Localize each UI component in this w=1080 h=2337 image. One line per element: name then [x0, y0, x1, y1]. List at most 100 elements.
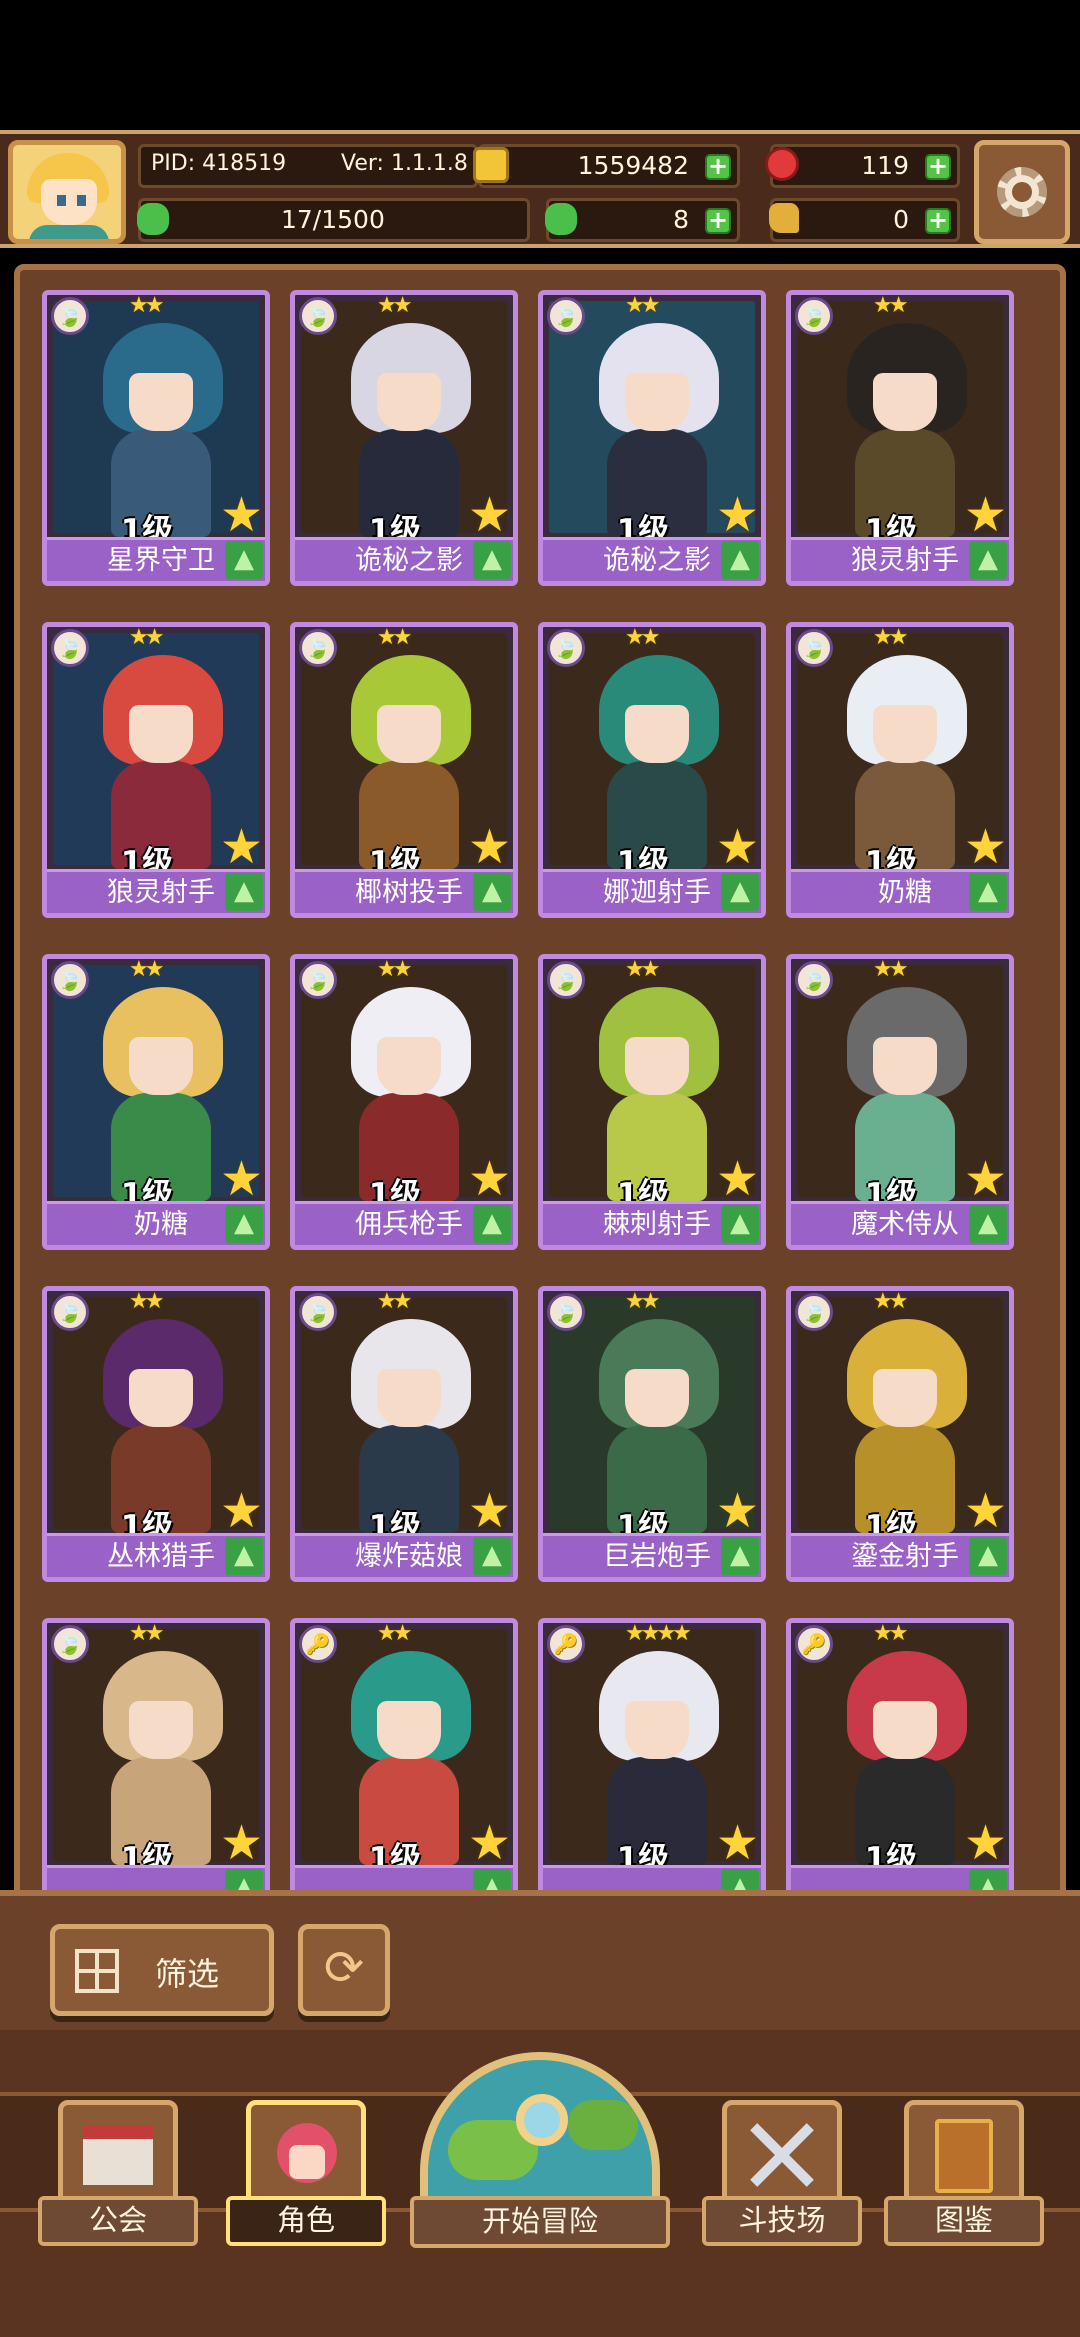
gold-coin-icon — [473, 147, 509, 183]
upgrade-arrow-icon[interactable]: ▲ — [969, 1537, 1007, 1575]
gold-pill: 1559482 + — [473, 144, 740, 188]
hero-face — [625, 1701, 689, 1759]
upgrade-arrow-icon[interactable]: ▲ — [225, 1205, 263, 1243]
guild-hall-icon — [58, 2100, 178, 2210]
hero-card[interactable]: 🍃 ★★ 1级 ★ 星界守卫 ▲ — [42, 290, 270, 586]
add-gems-button[interactable]: + — [925, 154, 951, 180]
nav-adventure[interactable]: 开始冒险 — [410, 2052, 670, 2292]
nav-arena[interactable]: 斗技场 — [702, 2100, 862, 2270]
class-icon: 🍃 — [51, 961, 89, 999]
hero-card[interactable]: 🍃 ★★ 1级 ★ 诡秘之影 ▲ — [538, 290, 766, 586]
upgrade-arrow-icon[interactable]: ▲ — [969, 1205, 1007, 1243]
hero-face — [377, 1037, 441, 1095]
upgrade-arrow-icon[interactable]: ▲ — [721, 1537, 759, 1575]
upgrade-arrow-icon[interactable]: ▲ — [225, 541, 263, 579]
upgrade-arrow-icon[interactable]: ▲ — [225, 873, 263, 911]
nav-heroes[interactable]: 角色 — [226, 2100, 386, 2270]
rarity-stars: ★★ — [625, 293, 661, 318]
add-clover-button[interactable]: + — [705, 208, 731, 234]
bottom-nav: 公会 角色 开始冒险 斗技场 图鉴 — [0, 2030, 1080, 2337]
hero-card[interactable]: 🍃 ★★ 1级 ★ ▲ — [42, 1618, 270, 1898]
class-icon: 🍃 — [299, 297, 337, 335]
settings-button[interactable] — [974, 140, 1070, 244]
hero-card[interactable]: 🍃 ★★ 1级 ★ 娜迦射手 ▲ — [538, 622, 766, 918]
gems-pill: 119 + — [765, 144, 960, 188]
add-gold-button[interactable]: + — [705, 154, 731, 180]
hero-card[interactable]: 🍃 ★★ 1级 ★ 奶糖 ▲ — [42, 954, 270, 1250]
rarity-stars: ★★ — [129, 293, 165, 318]
boots-pill: 0 + — [769, 198, 960, 242]
world-globe-icon — [420, 2052, 660, 2212]
hero-card[interactable]: 🔑 ★★ 1级 ★ ▲ — [786, 1618, 1014, 1898]
rarity-stars: ★★★★ — [625, 1621, 692, 1646]
class-icon: 🍃 — [51, 297, 89, 335]
hero-card[interactable]: 🍃 ★★ 1级 ★ 棘刺射手 ▲ — [538, 954, 766, 1250]
rarity-stars: ★★ — [873, 957, 909, 982]
version-text: Ver: 1.1.1.8 — [341, 151, 468, 176]
star-icon: ★ — [467, 487, 511, 543]
clover-pill: 8 + — [545, 198, 740, 242]
nav-guild[interactable]: 公会 — [38, 2100, 198, 2270]
add-boots-button[interactable]: + — [925, 208, 951, 234]
refresh-button[interactable]: ⟳ — [298, 1924, 390, 2016]
rarity-stars: ★★ — [129, 957, 165, 982]
hero-card[interactable]: 🍃 ★★ 1级 ★ 椰树投手 ▲ — [290, 622, 518, 918]
hero-face — [873, 1701, 937, 1759]
upgrade-arrow-icon[interactable]: ▲ — [225, 1537, 263, 1575]
hero-face — [873, 1037, 937, 1095]
upgrade-arrow-icon[interactable]: ▲ — [473, 1537, 511, 1575]
hero-card[interactable]: 🍃 ★★ 1级 ★ 诡秘之影 ▲ — [290, 290, 518, 586]
star-icon: ★ — [467, 1151, 511, 1207]
upgrade-arrow-icon[interactable]: ▲ — [721, 873, 759, 911]
rarity-stars: ★★ — [873, 625, 909, 650]
class-icon: 🍃 — [795, 629, 833, 667]
class-icon: 🍃 — [51, 1625, 89, 1663]
filter-button[interactable]: 筛选 — [50, 1924, 274, 2016]
upgrade-arrow-icon[interactable]: ▲ — [969, 541, 1007, 579]
hero-face — [129, 373, 193, 431]
upgrade-arrow-icon[interactable]: ▲ — [721, 541, 759, 579]
nav-guild-label: 公会 — [38, 2196, 198, 2246]
pid-pill: PID: 418519 Ver: 1.1.1.8 — [138, 144, 478, 188]
hero-card[interactable]: 🍃 ★★ 1级 ★ 丛林猎手 ▲ — [42, 1286, 270, 1582]
hero-card[interactable]: 🔑 ★★★★ 1级 ★ ▲ — [538, 1618, 766, 1898]
hero-card[interactable]: 🍃 ★★ 1级 ★ 鎏金射手 ▲ — [786, 1286, 1014, 1582]
upgrade-arrow-icon[interactable]: ▲ — [473, 1205, 511, 1243]
star-icon: ★ — [715, 1815, 759, 1871]
upgrade-arrow-icon[interactable]: ▲ — [473, 541, 511, 579]
hero-card[interactable]: 🍃 ★★ 1级 ★ 魔术侍从 ▲ — [786, 954, 1014, 1250]
class-icon: 🍃 — [547, 1293, 585, 1331]
energy-pill: 17/1500 — [137, 198, 530, 242]
filter-label: 筛选 — [155, 1955, 220, 1993]
hero-card[interactable]: 🍃 ★★ 1级 ★ 爆炸菇娘 ▲ — [290, 1286, 518, 1582]
rarity-stars: ★★ — [129, 1621, 165, 1646]
star-icon: ★ — [467, 819, 511, 875]
hero-face — [873, 705, 937, 763]
hero-face — [873, 373, 937, 431]
class-icon: 🔑 — [795, 1625, 833, 1663]
player-avatar[interactable] — [8, 140, 126, 244]
class-icon: 🍃 — [795, 297, 833, 335]
hero-card[interactable]: 🍃 ★★ 1级 ★ 狼灵射手 ▲ — [786, 290, 1014, 586]
hero-card[interactable]: 🍃 ★★ 1级 ★ 狼灵射手 ▲ — [42, 622, 270, 918]
class-icon: 🍃 — [547, 297, 585, 335]
star-icon: ★ — [219, 1815, 263, 1871]
gear-hole — [1012, 182, 1032, 202]
hero-card[interactable]: 🍃 ★★ 1级 ★ 佣兵枪手 ▲ — [290, 954, 518, 1250]
upgrade-arrow-icon[interactable]: ▲ — [721, 1205, 759, 1243]
upgrade-arrow-icon[interactable]: ▲ — [969, 873, 1007, 911]
hero-card[interactable]: 🍃 ★★ 1级 ★ 奶糖 ▲ — [786, 622, 1014, 918]
nav-codex[interactable]: 图鉴 — [884, 2100, 1044, 2270]
star-icon: ★ — [715, 1483, 759, 1539]
hero-roster-panel[interactable]: 🍃 ★★ 1级 ★ 星界守卫 ▲ 🍃 ★★ 1级 ★ 诡秘之影 ▲ 🍃 ★★ 1级 ★ 诡秘之影 ▲ 🍃 ★★ 1级 ★ 狼… — [14, 264, 1066, 1904]
class-icon: 🍃 — [547, 629, 585, 667]
hero-face — [625, 373, 689, 431]
status-bar-area — [0, 0, 1080, 130]
upgrade-arrow-icon[interactable]: ▲ — [473, 873, 511, 911]
rarity-stars: ★★ — [873, 1289, 909, 1314]
nav-adventure-label: 开始冒险 — [410, 2196, 670, 2248]
hero-card[interactable]: 🍃 ★★ 1级 ★ 巨岩炮手 ▲ — [538, 1286, 766, 1582]
rarity-stars: ★★ — [377, 1621, 413, 1646]
hero-card[interactable]: 🔑 ★★ 1级 ★ ▲ — [290, 1618, 518, 1898]
refresh-icon: ⟳ — [323, 1940, 365, 1996]
